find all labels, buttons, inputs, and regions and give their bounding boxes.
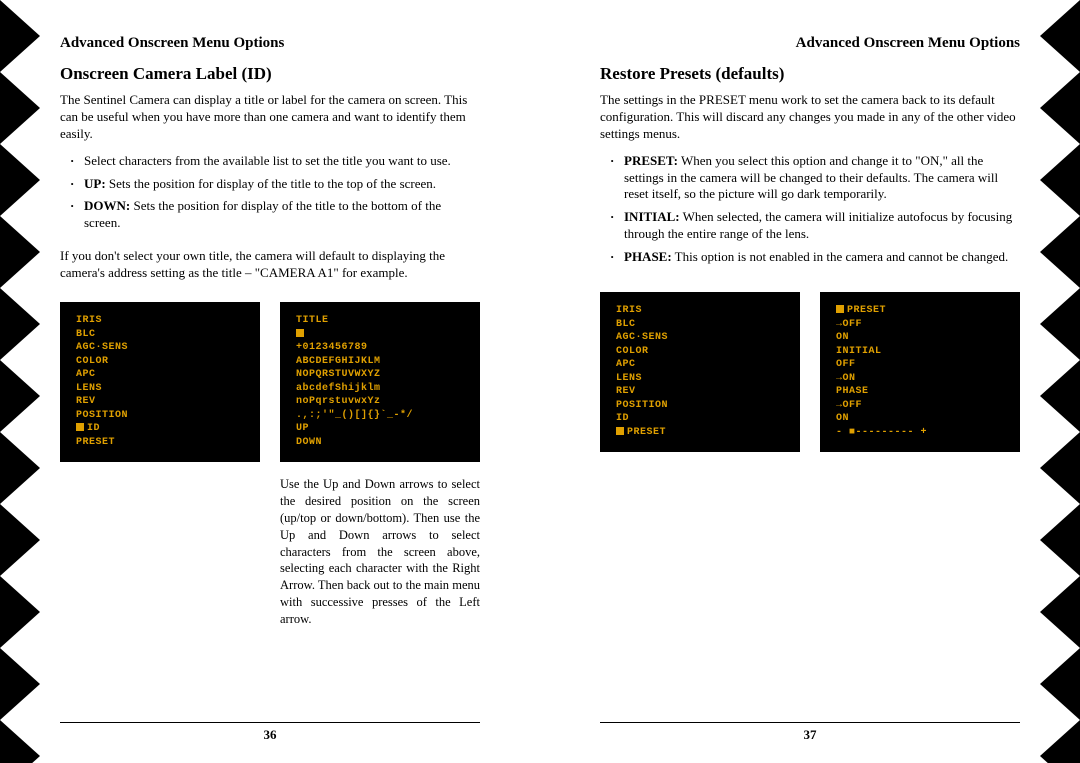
bullet-item: INITIAL: When selected, the camera will … xyxy=(610,209,1020,243)
page-37: Advanced Onscreen Menu Options Restore P… xyxy=(540,0,1080,763)
page-footer: 36 xyxy=(60,722,480,743)
bullet-item: PHASE: This option is not enabled in the… xyxy=(610,249,1020,266)
bullet-list: PRESET: When you select this option and … xyxy=(610,153,1020,272)
page-footer: 37 xyxy=(600,722,1020,743)
bullet-item: UP: Sets the position for display of the… xyxy=(70,176,480,193)
page-header: Advanced Onscreen Menu Options xyxy=(600,35,1020,52)
page-number: 37 xyxy=(600,722,1020,743)
cursor-icon xyxy=(836,305,844,313)
outro-text: If you don't select your own title, the … xyxy=(60,248,480,282)
section-title: Onscreen Camera Label (ID) xyxy=(60,64,480,84)
bullet-item: DOWN: Sets the position for display of t… xyxy=(70,198,480,232)
cursor-icon xyxy=(296,329,304,337)
osd-screenshot-preset: PRESET →OFF ON INITIAL OFF →ON PHASE →OF… xyxy=(820,292,1020,452)
intro-text: The settings in the PRESET menu work to … xyxy=(600,92,1020,143)
page-36: Advanced Onscreen Menu Options Onscreen … xyxy=(0,0,540,763)
osd-screenshot-title: TITLE +0123456789 ABCDEFGHIJKLM NOPQRSTU… xyxy=(280,302,480,462)
section-title: Restore Presets (defaults) xyxy=(600,64,1020,84)
osd-screenshot-menu: IRIS BLC AGC·SENS COLOR APC LENS REV POS… xyxy=(600,292,800,452)
osd-screenshot-menu: IRIS BLC AGC·SENS COLOR APC LENS REV POS… xyxy=(60,302,260,462)
bullet-item: PRESET: When you select this option and … xyxy=(610,153,1020,204)
bullet-list: Select characters from the available lis… xyxy=(70,153,480,239)
page-header: Advanced Onscreen Menu Options xyxy=(60,35,480,52)
osd-caption: Use the Up and Down arrows to select the… xyxy=(280,476,480,628)
cursor-icon xyxy=(616,427,624,435)
bullet-item: Select characters from the available lis… xyxy=(70,153,480,170)
cursor-icon xyxy=(76,423,84,431)
page-number: 36 xyxy=(60,722,480,743)
intro-text: The Sentinel Camera can display a title … xyxy=(60,92,480,143)
